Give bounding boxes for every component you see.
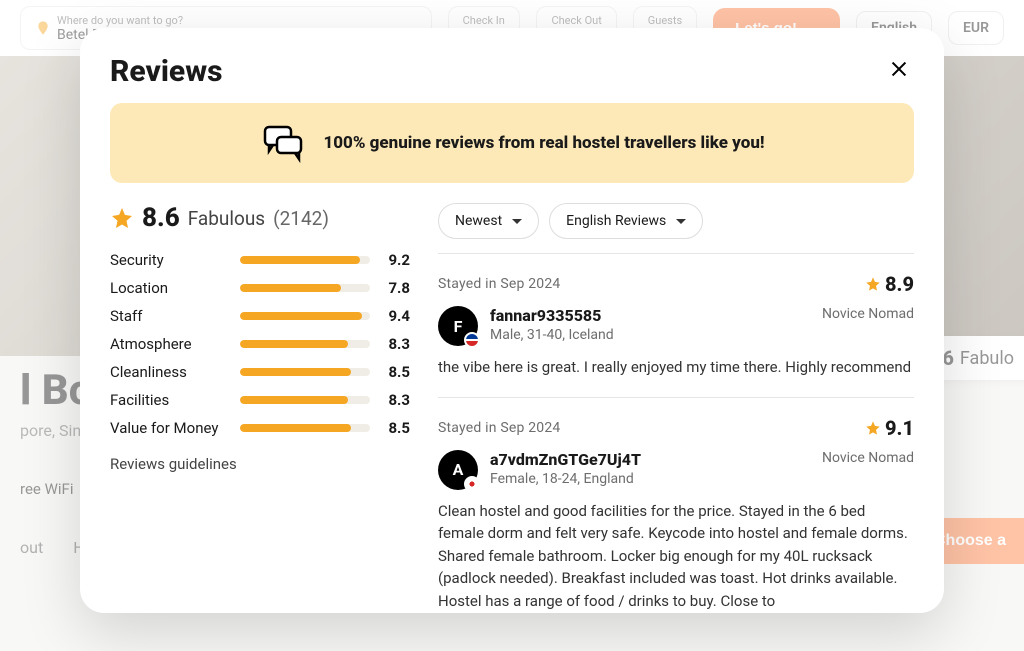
category-row: Facilities 8.3	[110, 391, 410, 409]
stayed-label: Stayed in Sep 2024	[438, 420, 560, 436]
review-item: Stayed in Sep 2024 9.1 Aa7vdmZnGTGe7Uj4T Fe…	[438, 398, 914, 614]
category-row: Location 7.8	[110, 279, 410, 297]
reviewer-detail: Male, 31-40, Iceland	[490, 327, 614, 343]
close-icon	[888, 58, 910, 80]
sort-dropdown[interactable]: Newest	[438, 203, 539, 239]
chevron-down-icon	[676, 219, 686, 224]
category-name: Facilities	[110, 391, 230, 409]
category-bar	[240, 368, 370, 376]
category-name: Value for Money	[110, 419, 230, 437]
reviewer-badge: Novice Nomad	[822, 450, 914, 466]
category-name: Location	[110, 279, 230, 297]
modal-title: Reviews	[110, 54, 223, 89]
ratings-summary: 8.6 Fabulous (2142) Security 9.2 Location 7…	[110, 203, 410, 613]
category-row: Value for Money 8.5	[110, 419, 410, 437]
category-score: 8.3	[380, 391, 410, 409]
banner-text: 100% genuine reviews from real hostel tr…	[323, 133, 764, 153]
category-score: 8.3	[380, 335, 410, 353]
reviewer-username: a7vdmZnGTGe7Uj4T	[490, 450, 641, 469]
close-button[interactable]	[884, 54, 914, 87]
review-body: Clean hostel and good facilities for the…	[438, 500, 914, 613]
category-name: Cleanliness	[110, 363, 230, 381]
category-row: Security 9.2	[110, 251, 410, 269]
sort-value: Newest	[455, 213, 502, 229]
review-item: Stayed in Sep 2024 8.9 Ffannar9335585 Male,…	[438, 254, 914, 398]
category-bar	[240, 312, 370, 320]
star-icon	[865, 420, 881, 436]
category-row: Cleanliness 8.5	[110, 363, 410, 381]
language-filter-dropdown[interactable]: English Reviews	[549, 203, 703, 239]
overall-label: Fabulous	[188, 207, 265, 230]
category-name: Atmosphere	[110, 335, 230, 353]
reviewer-username: fannar9335585	[490, 306, 614, 325]
reviews-guidelines-link[interactable]: Reviews guidelines	[110, 455, 410, 473]
category-bar	[240, 340, 370, 348]
avatar: A	[438, 450, 478, 490]
category-score: 9.4	[380, 307, 410, 325]
category-ratings: Security 9.2 Location 7.8 Staff 9.4 Atmosphere…	[110, 251, 410, 437]
category-row: Staff 9.4	[110, 307, 410, 325]
reviews-modal: Reviews 100% genuine reviews from real h…	[80, 28, 944, 613]
category-score: 8.5	[380, 363, 410, 381]
speech-bubbles-icon	[259, 123, 307, 163]
chevron-down-icon	[512, 219, 522, 224]
reviewer-badge: Novice Nomad	[822, 306, 914, 322]
review-count: (2142)	[273, 207, 329, 230]
category-bar	[240, 256, 370, 264]
overall-score: 8.6	[142, 203, 180, 233]
review-score: 9.1	[865, 416, 914, 440]
genuine-reviews-banner: 100% genuine reviews from real hostel tr…	[110, 103, 914, 183]
star-icon	[865, 276, 881, 292]
avatar: F	[438, 306, 478, 346]
review-score: 8.9	[865, 272, 914, 296]
category-bar	[240, 396, 370, 404]
category-score: 9.2	[380, 251, 410, 269]
stayed-label: Stayed in Sep 2024	[438, 276, 560, 292]
flag-icon	[464, 476, 480, 492]
star-icon	[110, 206, 134, 230]
category-row: Atmosphere 8.3	[110, 335, 410, 353]
reviews-list: Stayed in Sep 2024 8.9 Ffannar9335585 Male,…	[438, 253, 914, 613]
category-name: Staff	[110, 307, 230, 325]
flag-icon	[464, 332, 480, 348]
category-score: 8.5	[380, 419, 410, 437]
category-name: Security	[110, 251, 230, 269]
review-body: the vibe here is great. I really enjoyed…	[438, 356, 914, 379]
reviewer-detail: Female, 18-24, England	[490, 471, 641, 487]
category-bar	[240, 424, 370, 432]
category-score: 7.8	[380, 279, 410, 297]
lang-filter-value: English Reviews	[566, 213, 666, 229]
category-bar	[240, 284, 370, 292]
